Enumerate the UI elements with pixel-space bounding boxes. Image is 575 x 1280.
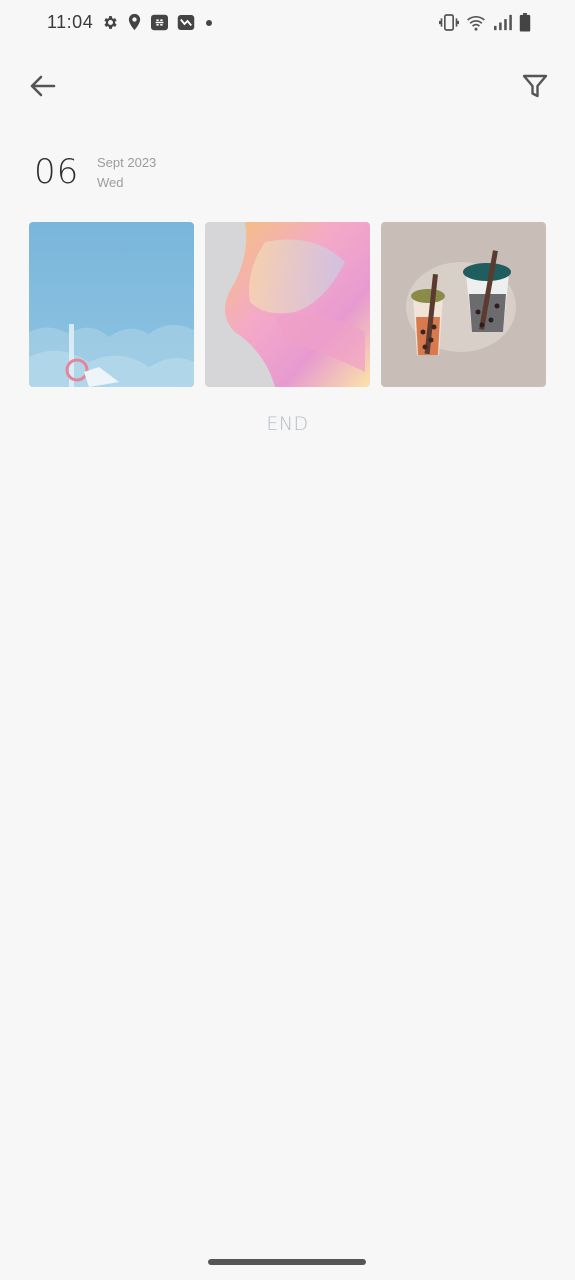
thumbnail-grid xyxy=(29,222,546,387)
gear-icon xyxy=(102,14,119,31)
status-icons-right xyxy=(439,13,531,32)
date-day: 06 xyxy=(34,152,80,192)
signal-icon xyxy=(493,14,512,31)
status-bar: 11:04 xyxy=(0,0,575,48)
location-icon xyxy=(127,13,142,31)
dot-icon xyxy=(203,14,215,31)
screen: 11:04 06 Sept 2023 Wed END xyxy=(0,0,575,1280)
arrow-left-icon xyxy=(28,74,56,103)
gesture-navigation-handle[interactable] xyxy=(208,1259,366,1265)
funnel-icon xyxy=(522,73,548,104)
link-icon xyxy=(150,14,169,31)
message-icon xyxy=(177,14,195,31)
vibrate-icon xyxy=(439,14,459,31)
end-of-list-label: END xyxy=(266,413,309,435)
back-button[interactable] xyxy=(22,70,62,106)
thumbnail-abstract-gradient-wallpaper[interactable] xyxy=(205,222,370,387)
thumbnail-sky-wallpaper[interactable] xyxy=(29,222,194,387)
status-icons-left xyxy=(102,13,215,31)
filter-button[interactable] xyxy=(515,70,555,106)
thumbnail-bubble-tea-wallpaper[interactable] xyxy=(381,222,546,387)
battery-icon xyxy=(519,13,531,32)
date-weekday: Wed xyxy=(97,175,124,190)
date-month-year: Sept 2023 xyxy=(97,155,157,170)
status-time: 11:04 xyxy=(47,12,94,32)
wifi-icon xyxy=(466,14,486,31)
